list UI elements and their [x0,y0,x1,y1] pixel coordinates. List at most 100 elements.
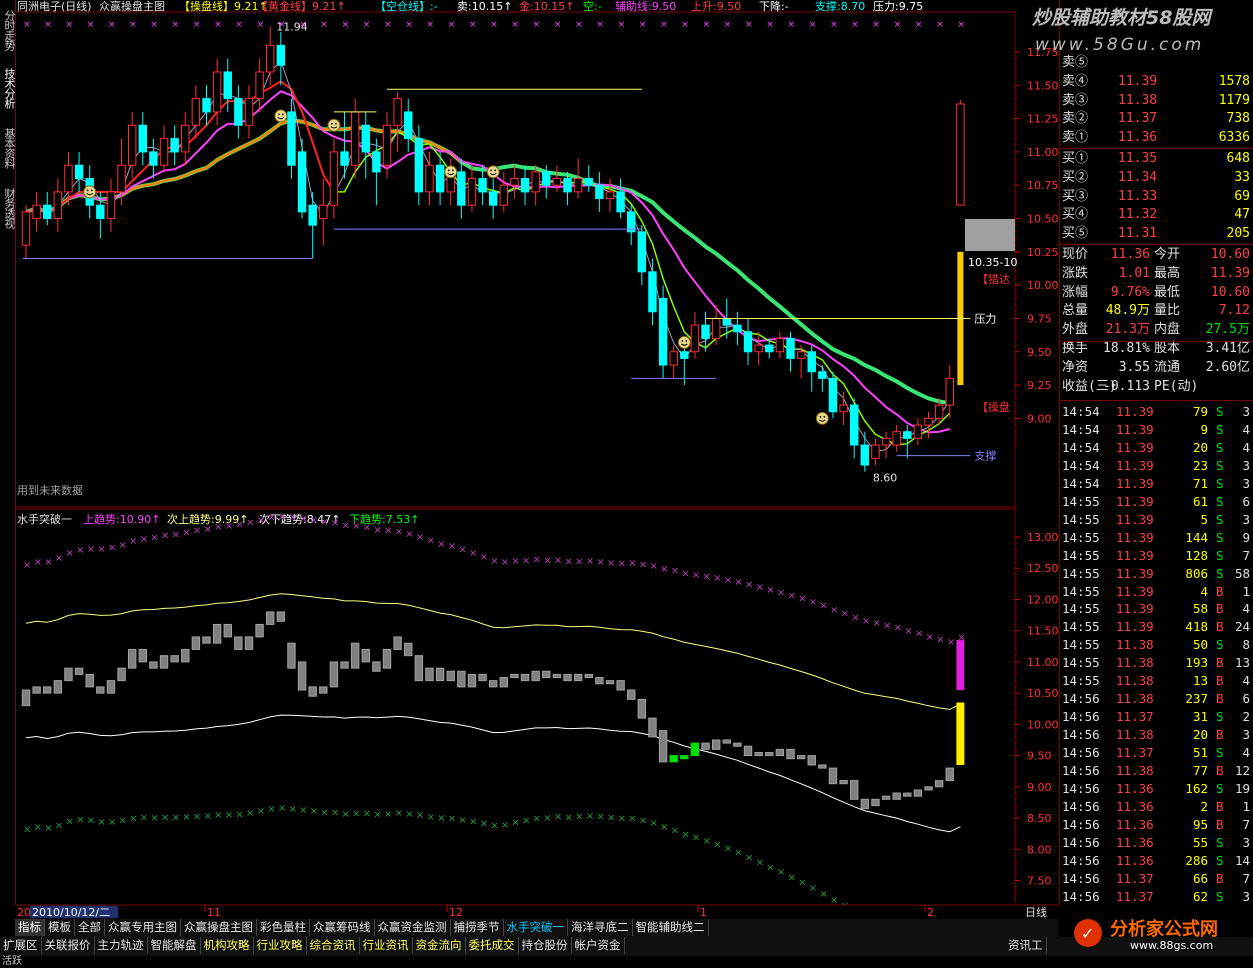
month-tick: 12 [449,906,463,919]
tick-time: 14:56 [1062,763,1100,778]
period-label[interactable]: 日线 [1025,905,1047,919]
tick-count: 1 [1242,798,1250,814]
extension-tab[interactable]: 行业攻略 [254,937,307,954]
quote-value: 3.41亿 [1205,341,1250,356]
extension-tab[interactable]: 综合资讯 [307,937,360,954]
selected-date[interactable]: 2010/10/12/二 [32,906,110,919]
down-trend-mark: × [458,815,466,826]
down-trend-mark: × [65,816,73,827]
top-marker: × [23,20,31,30]
up-trend-mark: × [363,522,371,533]
indicator-tab[interactable]: 智能辅助线二 [633,919,709,936]
indicator-tab[interactable]: 众赢筹码线 [310,919,375,936]
tab-financials[interactable]: 财务透视 [0,188,16,228]
down-trend-mark: × [681,829,689,840]
up-trend-mark: × [129,536,137,547]
up-trend-mark: × [44,557,52,568]
info-tool-tab[interactable]: 资讯工 [1005,937,1047,954]
indicator-tab[interactable]: 捕捞季节 [451,919,504,936]
lower-candle [265,611,275,625]
indicator-tab[interactable]: 众赢操盘主图 [181,919,257,936]
up-trend-mark: × [395,527,403,538]
extension-tab[interactable]: 关联报价 [42,937,95,954]
tab-fundamentals[interactable]: 基本资料 [0,128,16,168]
top-marker: × [299,20,307,30]
candle [21,205,31,259]
tick-row: 14:54 11.39 71 S 3 [1060,475,1253,493]
down-trend-mark: × [565,812,573,823]
candle [159,125,169,172]
tick-price: 11.36 [1116,780,1154,796]
down-trend-mark: × [830,895,838,906]
extension-tab[interactable]: 行业资讯 [360,937,413,954]
up-trend-mark: × [819,601,827,612]
lower-candle [446,670,455,682]
indicator-tab[interactable]: 指标 [15,919,45,936]
top-marker: × [596,20,604,30]
watermark-bottom: ✓ 分析家公式网 www.88gs.com [1074,918,1218,952]
candle [828,371,838,419]
extension-tab[interactable]: 机构攻略 [201,937,254,954]
svg-text:✓: ✓ [1081,924,1094,943]
up-trend-mark: × [713,573,721,584]
tick-time: 14:55 [1062,529,1100,545]
watermark-url: www.58Gu.com [1035,35,1204,55]
extension-tab[interactable]: 帐户资金 [572,937,625,954]
down-trend-mark: × [522,816,530,827]
candle [74,151,84,192]
month-tick: 2 [927,906,934,919]
chart-area[interactable]: 同洲电子(日线) 众赢操盘主图 【操盘线】9.21↑【黄金线】9.21↑ 【空仓线】:… [15,0,1059,919]
bid-row: 买① 11.35 648 [1060,150,1253,168]
extension-tab[interactable]: 扩展区 [0,937,42,954]
tick-count: 24 [1234,619,1250,635]
tick-side: S [1216,637,1224,653]
tick-volume: 13 [1192,673,1208,689]
candle [924,411,933,439]
tick-side: B [1216,816,1224,832]
extension-tab[interactable]: 主力轨迹 [95,937,148,954]
top-marker: × [681,20,689,30]
price-tick: 9.25 [1027,379,1052,392]
tick-time: 14:56 [1062,745,1100,761]
indicator-tab[interactable]: 众赢资金监测 [375,919,451,936]
indicator-tab[interactable]: 众赢专用主图 [105,919,181,936]
tick-time: 14:56 [1062,852,1100,868]
indicator-tab[interactable]: 彩色量柱 [257,919,310,936]
lower-candle [860,798,870,810]
tick-time: 14:55 [1062,547,1100,563]
indicator-tab[interactable]: 模板 [45,919,75,936]
down-trend-mark: × [766,863,774,874]
indicator-tab[interactable]: 全部 [75,919,105,936]
price-tick: 10.25 [1027,246,1059,259]
down-trend-mark: × [586,811,594,822]
down-trend-mark: × [437,813,445,824]
lower-candle [53,680,63,694]
extension-tab[interactable]: 智能解盘 [148,937,201,954]
indicator-tab[interactable]: 水手突破一 [504,919,568,936]
tab-intraday[interactable]: 分时走势 [0,10,16,50]
bid-label: 买⑤ [1062,226,1089,242]
extension-tab[interactable]: 资金流向 [413,937,466,954]
bid-volume: 648 [1226,151,1250,166]
tick-side: S [1216,493,1224,509]
top-marker: × [915,20,923,30]
up-trend-mark: × [437,539,445,550]
up-trend-mark: × [172,529,180,540]
down-trend-mark: × [23,824,31,835]
month-tick: 1 [700,906,707,919]
up-trend-mark: × [342,521,350,532]
lower-price-tick: 12.00 [1027,593,1059,606]
extension-tab[interactable]: 持仓股份 [519,937,572,954]
tick-count: 8 [1242,637,1250,653]
indicator-tab[interactable]: 海洋寻底二 [568,919,633,936]
top-marker: × [787,20,795,30]
lower-candle [573,673,583,682]
extension-tab[interactable]: 委托成交 [466,937,519,954]
tick-time: 14:55 [1062,637,1100,653]
signal-label: 【猎达 [977,272,1010,286]
up-trend-mark: × [618,559,626,570]
tab-technical[interactable]: 技术分析 [0,68,16,108]
lower-candle [414,655,424,682]
lower-price-tick: 8.50 [1027,812,1052,825]
header-item: 支撑:8.70 [815,0,865,13]
